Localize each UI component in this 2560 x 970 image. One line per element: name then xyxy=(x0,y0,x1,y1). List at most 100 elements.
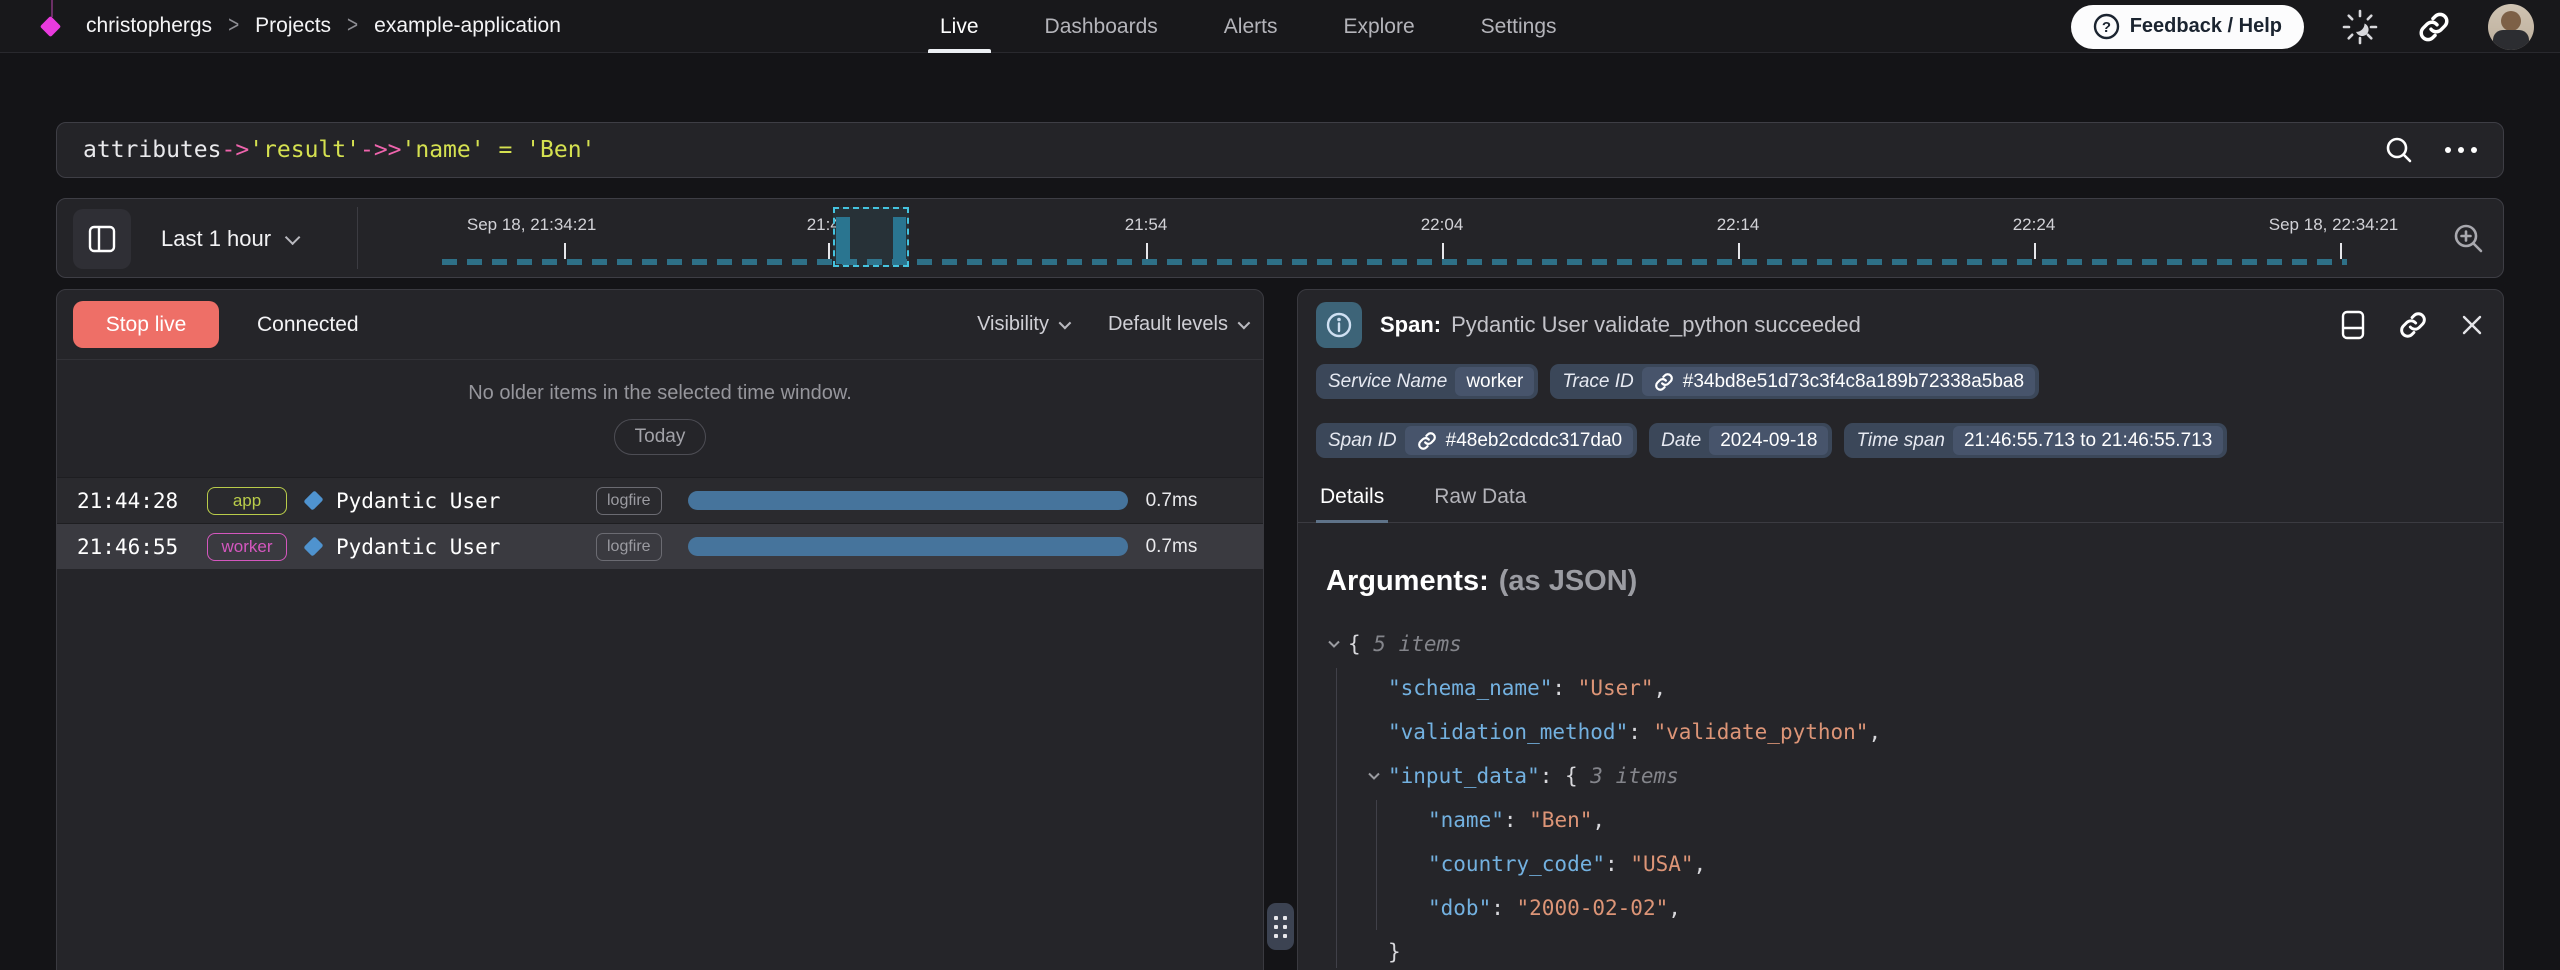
badge-label: Time span xyxy=(1856,430,1945,452)
json-line: "validation_method": "validate_python", xyxy=(1324,710,2503,754)
logfire-logo-icon[interactable] xyxy=(40,11,64,41)
visibility-dropdown[interactable]: Visibility xyxy=(977,313,1068,336)
feedback-help-button[interactable]: ? Feedback / Help xyxy=(2071,5,2304,49)
json-token: : xyxy=(1504,808,1529,832)
span-metadata-badges: Service Nameworker Trace ID #34bd8e51d73c3… xyxy=(1298,360,2503,458)
span-detail-header: Span: Pydantic User validate_python succ… xyxy=(1298,290,2503,360)
zoom-in-icon[interactable] xyxy=(2451,221,2487,257)
metadata-badge-service-name: Service Nameworker xyxy=(1316,364,1538,399)
query-token: -> xyxy=(221,137,249,163)
json-line: { 5 items xyxy=(1324,622,2503,666)
json-token: "input_data" xyxy=(1388,764,1540,788)
live-panel-header: Stop live Connected Visibility Default l… xyxy=(57,290,1263,360)
badge-value-text: #34bd8e51d73c3f4c8a189b72338a5ba8 xyxy=(1683,371,2024,393)
detail-tab-details[interactable]: Details xyxy=(1316,472,1388,522)
json-token: "schema_name" xyxy=(1388,676,1552,700)
breadcrumb-org[interactable]: christophergs xyxy=(86,14,212,38)
badge-value[interactable]: #48eb2cdcdc317da0 xyxy=(1405,426,1633,455)
tab-alerts[interactable]: Alerts xyxy=(1220,0,1282,53)
logo-diamond xyxy=(40,16,61,37)
tick-mark xyxy=(2034,243,2036,259)
span-duration-label: 0.7ms xyxy=(1146,490,1198,512)
user-avatar[interactable] xyxy=(2488,4,2534,50)
span-title: Pydantic User validate_python succeeded xyxy=(1451,312,1861,338)
metadata-badge-time-span: Time span21:46:55.713 to 21:46:55.713 xyxy=(1844,423,2227,458)
empty-window-message: No older items in the selected time wind… xyxy=(57,382,1263,405)
arguments-label: Arguments: xyxy=(1326,565,1489,597)
json-token: : xyxy=(1491,896,1516,920)
badge-label: Trace ID xyxy=(1562,371,1633,393)
badge-value-text: 2024-09-18 xyxy=(1720,430,1817,452)
copy-link-icon[interactable] xyxy=(2416,9,2452,45)
scope-badge: logfire xyxy=(596,533,662,561)
time-range-bar: Last 1 hour Sep 18, 21:34:2121:4421:5422… xyxy=(56,198,2504,278)
breadcrumb-project[interactable]: example-application xyxy=(374,14,561,38)
chevron-down-icon[interactable] xyxy=(1366,768,1382,784)
svg-text:?: ? xyxy=(2102,19,2111,36)
search-icon[interactable] xyxy=(2383,134,2415,166)
metadata-badge-trace-id[interactable]: Trace ID #34bd8e51d73c3f4c8a189b72338a5ba… xyxy=(1550,364,2039,399)
metadata-badge-span-id[interactable]: Span ID #48eb2cdcdc317da0 xyxy=(1316,423,1637,458)
json-token: "2000-02-02" xyxy=(1517,896,1669,920)
json-token: "dob" xyxy=(1428,896,1491,920)
time-range-dropdown[interactable]: Last 1 hour xyxy=(161,199,296,279)
arguments-section-title: Arguments:(as JSON) xyxy=(1326,565,2503,598)
span-duration-label: 0.7ms xyxy=(1146,536,1198,558)
split-view-icon[interactable] xyxy=(2339,309,2367,341)
json-token: 5 items xyxy=(1373,632,1462,656)
json-token: } xyxy=(1388,940,1401,964)
theme-toggle-icon[interactable] xyxy=(2340,7,2380,47)
query-token: ->> xyxy=(360,137,402,163)
connection-status: Connected xyxy=(257,313,359,337)
top-navbar: christophergs > Projects > example-appli… xyxy=(0,0,2560,53)
tick-mark xyxy=(2340,243,2342,259)
panel-resize-handle[interactable] xyxy=(1267,903,1294,950)
today-button[interactable]: Today xyxy=(614,419,707,455)
timeline-activity-baseline xyxy=(442,259,2347,265)
link-icon[interactable] xyxy=(2397,309,2429,341)
divider xyxy=(357,207,358,269)
sidebar-toggle-button[interactable] xyxy=(73,209,131,269)
chevron-down-icon xyxy=(285,229,301,245)
json-token: , xyxy=(1694,852,1707,876)
span-kind-diamond-icon xyxy=(303,536,323,556)
tab-settings[interactable]: Settings xyxy=(1477,0,1561,53)
tick-mark xyxy=(1146,243,1148,259)
span-row[interactable]: 21:44:28appPydantic Userlogfire0.7ms xyxy=(57,477,1263,523)
tab-dashboards[interactable]: Dashboards xyxy=(1041,0,1162,53)
query-token: 'result' xyxy=(249,137,360,163)
json-token: "Ben" xyxy=(1529,808,1592,832)
close-icon[interactable] xyxy=(2459,312,2485,338)
json-token: "validate_python" xyxy=(1654,720,1869,744)
question-circle-icon: ? xyxy=(2093,13,2120,40)
json-token: "USA" xyxy=(1630,852,1693,876)
metadata-badge-date: Date2024-09-18 xyxy=(1649,423,1832,458)
default-levels-label: Default levels xyxy=(1108,313,1228,336)
stop-live-button[interactable]: Stop live xyxy=(73,301,219,348)
span-row[interactable]: 21:46:55workerPydantic Userlogfire0.7ms xyxy=(57,523,1263,569)
chevron-down-icon xyxy=(1058,317,1071,330)
time-range-label: Last 1 hour xyxy=(161,226,271,252)
json-token: , xyxy=(1654,676,1667,700)
badge-value[interactable]: #34bd8e51d73c3f4c8a189b72338a5ba8 xyxy=(1642,367,2035,396)
chevron-down-icon[interactable] xyxy=(1326,636,1342,652)
environment-tag[interactable]: worker xyxy=(207,533,287,561)
json-token: "validation_method" xyxy=(1388,720,1628,744)
timeline-selection[interactable] xyxy=(833,207,909,267)
json-line: "input_data": { 3 items xyxy=(1324,754,2503,798)
tab-explore[interactable]: Explore xyxy=(1339,0,1418,53)
badge-label: Span ID xyxy=(1328,430,1397,452)
chevron-right-icon: > xyxy=(228,12,239,40)
environment-tag[interactable]: app xyxy=(207,487,287,515)
query-input[interactable]: attributes->'result'->>'name' = 'Ben' xyxy=(56,122,2504,178)
tab-live[interactable]: Live xyxy=(936,0,983,53)
tick-label: 21:54 xyxy=(1125,215,1168,235)
default-levels-dropdown[interactable]: Default levels xyxy=(1108,313,1247,336)
feedback-help-label: Feedback / Help xyxy=(2130,15,2282,38)
more-options-icon[interactable] xyxy=(2445,147,2477,153)
breadcrumb-projects[interactable]: Projects xyxy=(255,14,331,38)
info-icon xyxy=(1316,302,1362,348)
detail-tab-raw-data[interactable]: Raw Data xyxy=(1430,472,1530,522)
chevron-down-icon xyxy=(1238,317,1251,330)
json-line: "name": "Ben", xyxy=(1324,798,2503,842)
